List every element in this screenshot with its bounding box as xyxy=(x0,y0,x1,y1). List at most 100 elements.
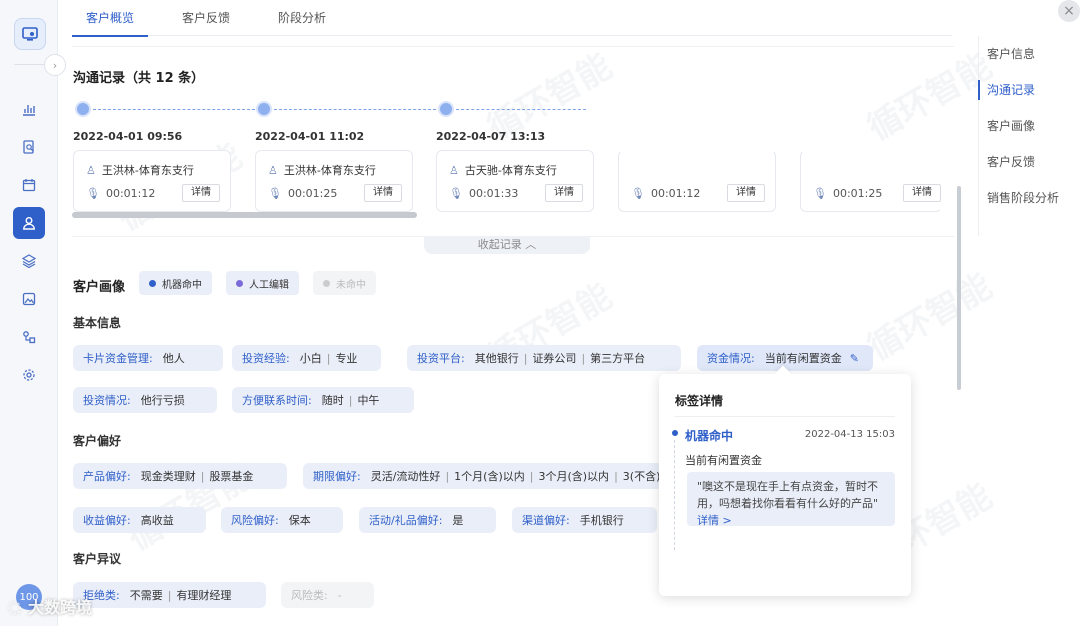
anchor-communication-records[interactable]: 沟通记录 xyxy=(978,72,1080,108)
communication-records-title: 沟通记录（共 12 条） xyxy=(73,71,205,86)
record-duration: 🎙 00:01:33 xyxy=(449,187,519,200)
tag-invest-experience[interactable]: 投资经验: 小白 | 专业 xyxy=(232,345,381,371)
tag-risk-class[interactable]: 风险类: - xyxy=(281,582,374,608)
tab-customer-feedback[interactable]: 客户反馈 xyxy=(168,0,244,36)
popover-detail-link[interactable]: 详情 > xyxy=(697,514,732,527)
tag-risk-preference[interactable]: 风险偏好: 保本 xyxy=(221,507,343,533)
record-card[interactable]: 🎙 00:01:25 详情 xyxy=(800,150,942,212)
app-logo-icon[interactable] xyxy=(14,18,46,50)
legend-not-hit: 未命中 xyxy=(313,271,376,295)
timeline-node-icon xyxy=(75,101,91,117)
record-card[interactable]: ♙ 王洪林-体育东支行 🎙 00:01:25 详情 xyxy=(255,150,413,212)
record-duration: 🎙 00:01:25 xyxy=(813,187,883,200)
record-duration: 🎙 00:01:25 xyxy=(268,187,338,200)
vertical-scrollbar[interactable] xyxy=(957,186,961,390)
record-agent: ♙ 王洪林-体育东支行 xyxy=(86,163,194,178)
popover-divider xyxy=(675,416,895,417)
popover-timestamp: 2022-04-13 15:03 xyxy=(804,429,895,440)
record-detail-button[interactable]: 详情 xyxy=(545,184,583,202)
collapse-records-button[interactable]: 收起记录 ︿ xyxy=(424,236,590,254)
popover-tag-value: 当前有闲置资金 xyxy=(685,454,762,467)
edit-pencil-icon[interactable]: ✎ xyxy=(850,352,859,365)
person-icon: ♙ xyxy=(86,163,96,177)
tag-invest-status[interactable]: 投资情况: 他行亏损 xyxy=(73,387,217,413)
record-detail-button[interactable]: 详情 xyxy=(182,184,220,202)
microphone-icon: 🎙 xyxy=(449,187,463,200)
anchor-sales-stage-analysis[interactable]: 销售阶段分析 xyxy=(979,180,1080,216)
tag-yield-preference[interactable]: 收益偏好: 高收益 xyxy=(73,507,206,533)
section-anchor-nav: 客户信息 沟通记录 客户画像 客户反馈 销售阶段分析 xyxy=(978,36,1080,236)
microphone-icon: 🎙 xyxy=(813,187,827,200)
timeline-connector xyxy=(93,109,255,110)
timeline-connector xyxy=(274,109,436,110)
legend-manual-edit: 人工编辑 xyxy=(226,271,299,295)
watermark: 循环智能 xyxy=(860,266,999,369)
record-detail-button[interactable]: 详情 xyxy=(903,184,941,202)
timeline-line xyxy=(674,440,675,550)
legend-machine-hit: 机器命中 xyxy=(139,271,212,295)
record-date: 2022-04-07 13:13 xyxy=(436,130,546,143)
legend-dot xyxy=(236,279,243,287)
tag-detail-popover: 标签详情 机器命中 2022-04-13 15:03 当前有闲置资金 "噢这不是… xyxy=(659,365,911,596)
customer-portrait-title: 客户画像 xyxy=(73,280,126,295)
rail-divider xyxy=(14,64,44,65)
record-duration: 🎙 00:01:12 xyxy=(86,187,156,200)
nav-analytics-icon[interactable] xyxy=(13,93,45,125)
group-title-basic-info: 基本信息 xyxy=(73,316,122,330)
nav-settings-icon[interactable] xyxy=(13,359,45,391)
record-card[interactable]: ♙ 古天驰-体育东支行 🎙 00:01:33 详情 xyxy=(436,150,594,212)
record-date: 2022-04-01 11:02 xyxy=(255,130,365,143)
brand-watermark: ◌ 大数跨境 xyxy=(8,596,92,618)
left-nav-rail: › 100 xyxy=(0,0,66,626)
divider xyxy=(72,46,954,47)
close-icon[interactable]: × xyxy=(1058,0,1080,22)
person-icon: ♙ xyxy=(268,163,278,177)
tag-product-preference[interactable]: 产品偏好: 现金类理财 | 股票基金 xyxy=(73,463,287,489)
popover-source: 机器命中 xyxy=(685,429,734,443)
group-title-preferences: 客户偏好 xyxy=(73,434,122,448)
anchor-customer-portrait[interactable]: 客户画像 xyxy=(979,108,1080,144)
microphone-icon: 🎙 xyxy=(268,187,282,200)
microphone-icon: 🎙 xyxy=(86,187,100,200)
tag-contact-time[interactable]: 方便联系时间: 随时 | 中午 xyxy=(232,387,414,413)
nav-calendar-icon[interactable] xyxy=(13,169,45,201)
record-detail-button[interactable]: 详情 xyxy=(364,184,402,202)
tag-card-funds[interactable]: 卡片资金管理: 他人 xyxy=(73,345,223,371)
records-horizontal-scrollbar[interactable] xyxy=(72,212,417,218)
timeline-dot-icon xyxy=(672,430,678,436)
timeline-node-icon xyxy=(256,101,272,117)
timeline-connector xyxy=(456,109,586,110)
nav-layers-icon[interactable] xyxy=(13,245,45,277)
page-tabs: 客户概览 客户反馈 阶段分析 xyxy=(72,0,952,37)
anchor-customer-info[interactable]: 客户信息 xyxy=(979,36,1080,72)
anchor-customer-feedback[interactable]: 客户反馈 xyxy=(979,144,1080,180)
legend-dot xyxy=(323,279,330,287)
record-agent: ♙ 古天驰-体育东支行 xyxy=(449,163,557,178)
brand-logo-icon: ◌ xyxy=(8,596,22,616)
tag-channel-preference[interactable]: 渠道偏好: 手机银行 xyxy=(512,507,657,533)
nav-image-icon[interactable] xyxy=(13,283,45,315)
legend-dot xyxy=(149,279,156,287)
record-duration: 🎙 00:01:12 xyxy=(631,187,701,200)
group-title-objections: 客户异议 xyxy=(73,552,122,566)
popover-title: 标签详情 xyxy=(675,394,724,408)
tag-reject-reason[interactable]: 拒绝类: 不需要 | 有理财经理 xyxy=(73,582,266,608)
tag-invest-platform[interactable]: 投资平台: 其他银行 | 证券公司 | 第三方平台 xyxy=(407,345,681,371)
collapse-sidebar-button[interactable]: › xyxy=(44,54,66,76)
record-agent: ♙ 王洪林-体育东支行 xyxy=(268,163,376,178)
microphone-icon: 🎙 xyxy=(631,187,645,200)
tag-gift-preference[interactable]: 活动/礼品偏好: 是 xyxy=(359,507,496,533)
tag-term-preference[interactable]: 期限偏好: 灵活/流动性好 | 1个月(含)以内 | 3个月(含)以内 | 3(不含) xyxy=(303,463,663,489)
record-date: 2022-04-01 09:56 xyxy=(73,130,183,143)
nav-customer-icon[interactable] xyxy=(13,207,45,239)
tab-customer-overview[interactable]: 客户概览 xyxy=(72,0,149,37)
nav-flow-icon[interactable] xyxy=(13,321,45,353)
record-card[interactable]: 🎙 00:01:12 详情 xyxy=(618,150,776,212)
person-icon: ♙ xyxy=(449,163,459,177)
popover-quote: "噢这不是现在手上有点资金，暂时不用，吗想着找你看看有什么好的产品" 详情 > xyxy=(687,472,895,527)
record-card[interactable]: ♙ 王洪林-体育东支行 🎙 00:01:12 详情 xyxy=(73,150,231,212)
record-detail-button[interactable]: 详情 xyxy=(727,184,765,202)
tab-stage-analysis[interactable]: 阶段分析 xyxy=(264,0,340,36)
timeline-node-icon xyxy=(438,101,454,117)
nav-search-doc-icon[interactable] xyxy=(13,131,45,163)
